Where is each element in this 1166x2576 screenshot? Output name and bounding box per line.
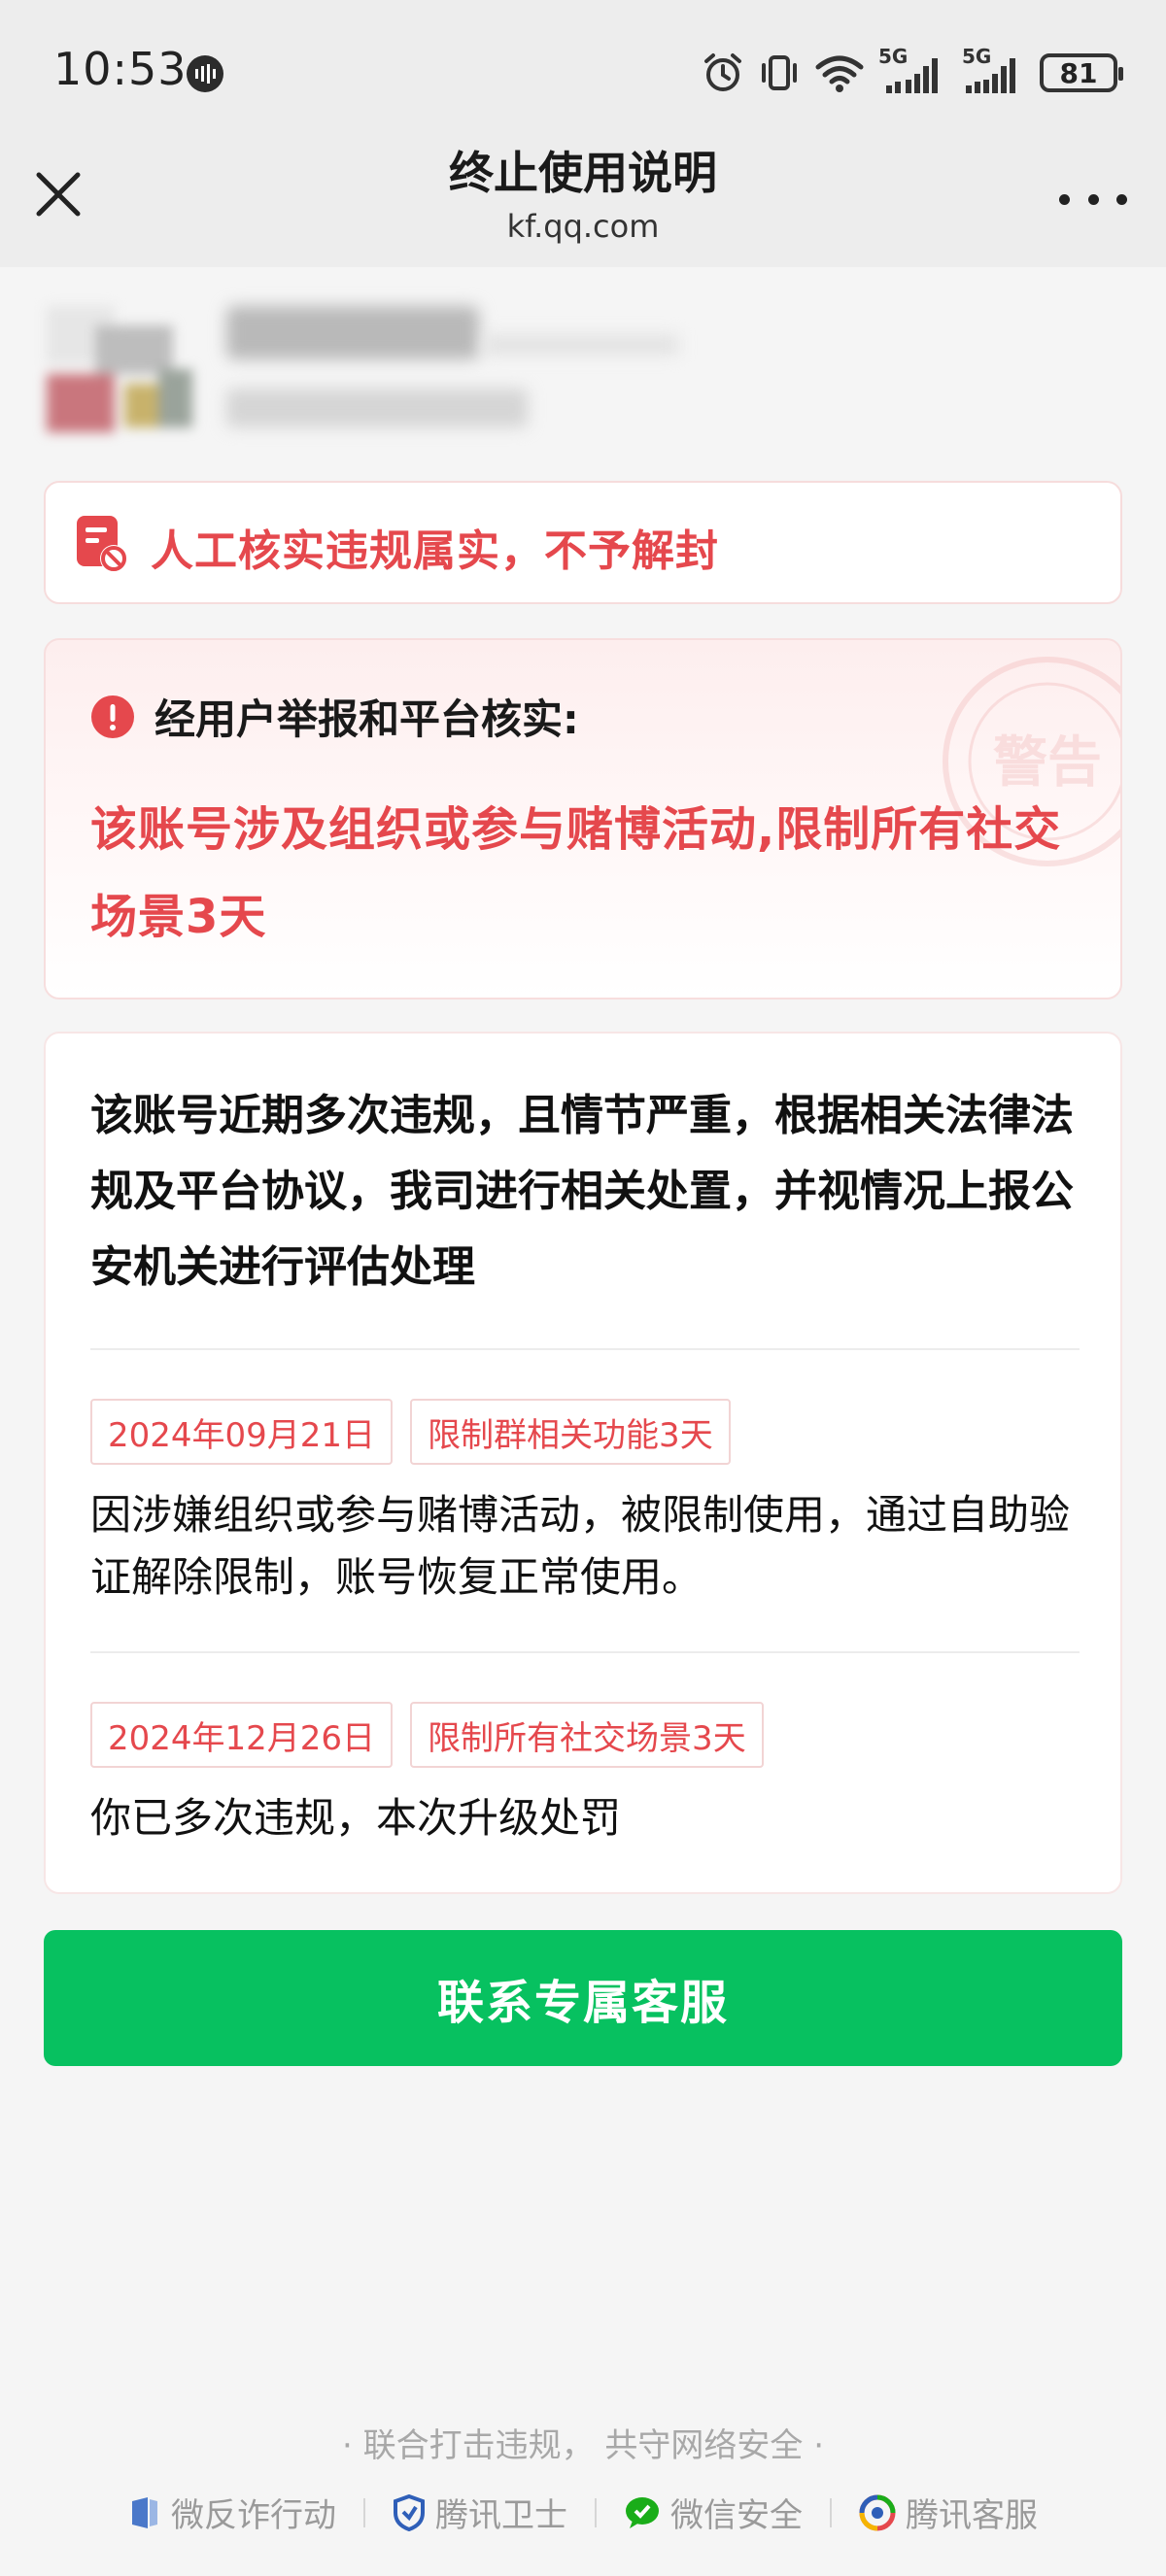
nav-bar: 终止使用说明 kf.qq.com — [0, 146, 1166, 267]
user-nickname-blurred — [226, 306, 479, 359]
warning-card: 警告 经用户举报和平台核实: 该账号涉及组织或参与赌博活动,限制所有社交场景3天 — [44, 638, 1122, 1000]
voice-recording-icon — [187, 55, 223, 92]
partner-label: 微反诈行动 — [171, 2496, 336, 2535]
warning-main-text: 该账号涉及组织或参与赌博活动,限制所有社交场景3天 — [90, 802, 1062, 944]
partner-tencent-service[interactable]: 腾讯客服 — [859, 2489, 1038, 2536]
tencent-service-icon — [859, 2494, 896, 2530]
footer-partners: 微反诈行动 腾讯卫士 微信安全 腾讯客服 — [0, 2489, 1166, 2536]
record-date-tag: 2024年09月21日 — [90, 1399, 394, 1465]
anti-fraud-icon — [132, 2496, 157, 2528]
user-id-blurred — [226, 389, 528, 427]
wechat-security-icon — [626, 2496, 659, 2528]
contact-support-button[interactable]: 联系专属客服 — [44, 1930, 1122, 2066]
signal-5g-icon-2: 5G — [962, 45, 1026, 95]
separator — [830, 2497, 832, 2527]
record-penalty-tag: 限制所有社交场景3天 — [410, 1702, 764, 1768]
status-bar: 10:53 5G 5G 81 — [0, 0, 1166, 146]
warning-heading-row: 经用户举报和平台核实: — [90, 687, 579, 746]
exclamation-icon — [91, 695, 134, 738]
battery-icon: 81 — [1040, 53, 1123, 92]
user-profile — [37, 296, 717, 452]
divider — [90, 1348, 1080, 1350]
partner-label: 腾讯客服 — [906, 2496, 1038, 2535]
banner-text: 人工核实违规属实，不予解封 — [151, 526, 719, 576]
more-options-icon[interactable] — [1059, 185, 1127, 214]
alarm-clock-icon — [704, 53, 741, 91]
page-domain: kf.qq.com — [506, 208, 660, 245]
record-description: 你已多次违规，本次升级处罚 — [90, 1794, 622, 1842]
partner-label: 腾讯卫士 — [435, 2496, 567, 2535]
user-nickname-extra-blurred — [484, 335, 678, 355]
divider — [90, 1651, 1080, 1653]
record-date-tag: 2024年12月26日 — [90, 1702, 394, 1768]
page-title: 终止使用说明 — [449, 147, 717, 199]
record-tags: 2024年12月26日 限制所有社交场景3天 — [90, 1702, 1091, 1768]
signal-5g-icon: 5G — [878, 45, 948, 95]
record-tags: 2024年09月21日 限制群相关功能3天 — [90, 1399, 1091, 1465]
separator — [363, 2497, 365, 2527]
footer-slogan: · 联合打击违规， 共守网络安全 · — [341, 2426, 825, 2465]
avatar — [37, 296, 192, 442]
wifi-icon — [815, 55, 864, 92]
record-description: 因涉嫌组织或参与赌博活动，被限制使用，通过自助验证解除限制，账号恢复正常使用。 — [90, 1491, 1071, 1601]
status-banner: 人工核实违规属实，不予解封 — [44, 481, 1122, 604]
blocked-document-icon — [77, 516, 127, 572]
separator — [595, 2497, 597, 2527]
status-icons: 5G 5G 81 — [702, 45, 1123, 97]
partner-label: 微信安全 — [670, 2496, 803, 2535]
battery-level: 81 — [1059, 56, 1098, 89]
tencent-guard-shield-icon — [394, 2493, 425, 2531]
partner-tencent-guard[interactable]: 腾讯卫士 — [393, 2489, 567, 2536]
violation-record: 2024年09月21日 限制群相关功能3天 因涉嫌组织或参与赌博活动，被限制使用… — [90, 1399, 1091, 1609]
violation-record: 2024年12月26日 限制所有社交场景3天 你已多次违规，本次升级处罚 — [90, 1702, 1091, 1849]
violation-detail-card: 该账号近期多次违规，且情节严重，根据相关法律法规及平台协议，我司进行相关处置，并… — [44, 1032, 1122, 1894]
partner-anti-fraud[interactable]: 微反诈行动 — [128, 2489, 336, 2536]
status-time: 10:53 — [53, 43, 188, 95]
record-penalty-tag: 限制群相关功能3天 — [410, 1399, 731, 1465]
partner-wechat-security[interactable]: 微信安全 — [624, 2489, 803, 2536]
violation-summary: 该账号近期多次违规，且情节严重，根据相关法律法规及平台协议，我司进行相关处置，并… — [90, 1091, 1074, 1292]
warning-heading: 经用户举报和平台核实: — [154, 695, 579, 743]
vibrate-icon — [762, 55, 797, 90]
